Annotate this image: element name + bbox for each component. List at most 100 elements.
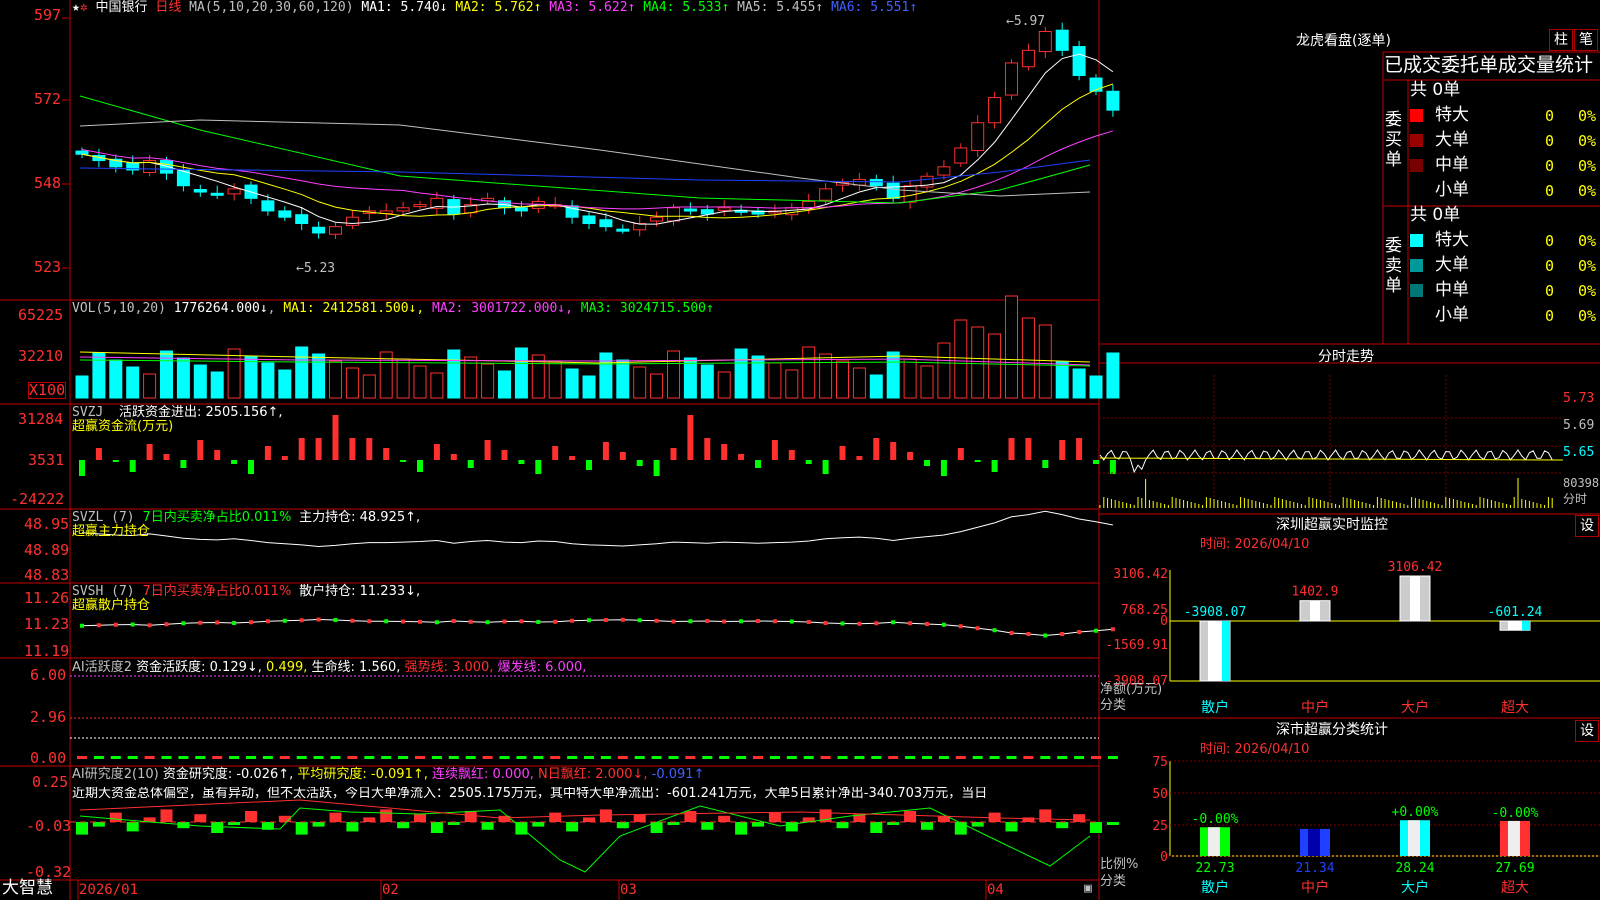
bar-mode-button[interactable]: 柱	[1549, 29, 1573, 51]
activity-bar	[905, 756, 916, 759]
retail-dot	[840, 621, 845, 626]
y-tick: -24222	[10, 490, 65, 508]
date-tick: 03	[620, 882, 637, 898]
data-label: 1402.9	[1292, 585, 1339, 600]
order-pct: 0%	[1578, 157, 1597, 175]
order-pct: 0%	[1578, 132, 1597, 150]
candle	[954, 147, 968, 164]
flow-bar	[839, 446, 846, 460]
ma5-line	[79, 119, 1091, 197]
volume-bar	[988, 333, 1002, 399]
volume-bar	[244, 355, 258, 399]
monitor-settings-button[interactable]: 设	[1575, 515, 1599, 537]
activity-bar	[448, 756, 459, 759]
activity-bar	[77, 756, 87, 759]
order-type: 小单	[1435, 180, 1469, 200]
activity-bar	[246, 756, 256, 759]
y-tick: 597	[34, 6, 62, 24]
volume-bar	[109, 359, 123, 399]
flow-bar	[907, 452, 914, 460]
volume-bar	[514, 347, 528, 399]
order-count: 0	[1545, 107, 1555, 125]
volume-bar	[869, 374, 883, 399]
research-bar	[397, 822, 410, 829]
intraday-avg	[1099, 457, 1564, 461]
svsh-header: SVSH (7) 7日内买卖净占比0.011% 散户持仓: 11.233↓,	[72, 584, 421, 599]
lhb-title: 龙虎看盘(逐单)	[1296, 33, 1391, 49]
volume-bar	[1089, 375, 1103, 399]
flow-bar	[890, 442, 897, 460]
activity-bar	[584, 756, 594, 759]
research-bar	[836, 822, 849, 829]
activity-bar	[313, 756, 324, 759]
order-type: 特大	[1435, 230, 1469, 250]
svzj-header: SVZJ 活跃资金进出: 2505.156↑,	[72, 405, 283, 420]
volume-bar	[295, 346, 309, 399]
activity-bar	[516, 756, 527, 759]
activity-bar	[617, 756, 628, 759]
order-row: 中单	[1410, 157, 1469, 174]
research-bar	[1039, 809, 1052, 822]
candle	[582, 215, 596, 225]
research-bar	[1106, 822, 1119, 825]
tick-mode-button[interactable]: 笔	[1574, 29, 1598, 51]
intraday-price	[1099, 449, 1553, 474]
unit-badge[interactable]: X100	[28, 382, 67, 399]
activity-bar	[465, 756, 476, 759]
candle	[869, 178, 883, 187]
class-settings-button[interactable]: 设	[1575, 720, 1599, 742]
y-tick: 2.96	[30, 708, 67, 726]
legend-swatch	[1410, 158, 1423, 172]
flow-bar	[636, 460, 643, 466]
y-tick: 75	[1152, 755, 1168, 770]
volume-bar	[599, 352, 613, 399]
retail-dot	[874, 621, 879, 626]
order-pct: 0%	[1578, 282, 1597, 300]
period-label[interactable]: 日线	[155, 0, 181, 15]
flow-bar	[940, 460, 947, 476]
volume-bar	[971, 326, 985, 399]
candle	[227, 188, 241, 195]
activity-bar	[938, 756, 949, 759]
volume-bar	[193, 364, 207, 399]
star-icon[interactable]: ★	[72, 0, 80, 15]
retail-dot	[671, 619, 676, 624]
candle	[819, 188, 833, 201]
retail-dot	[603, 618, 608, 622]
flow-bar	[146, 444, 153, 460]
activity-bar	[888, 756, 899, 759]
vol-header: VOL(5,10,20) 1776264.000↓, MA1: 2412581.…	[72, 301, 714, 316]
lock-icon[interactable]: ▣	[1084, 882, 1092, 895]
retail-dot	[823, 621, 828, 625]
candle	[295, 214, 309, 225]
flow-bar	[1059, 440, 1066, 460]
activity-bar	[229, 756, 240, 759]
stock-name[interactable]: 中国银行	[95, 0, 147, 15]
volume-bar	[1106, 352, 1120, 399]
order-count: 0	[1545, 232, 1555, 250]
monitor-xlabel: 分类	[1100, 698, 1127, 713]
candle	[937, 166, 951, 176]
y-tick: 25	[1152, 819, 1168, 834]
activity-bar	[330, 756, 341, 759]
activity-bar	[195, 756, 206, 759]
volume-bar	[143, 373, 157, 399]
order-pct: 0%	[1578, 257, 1597, 275]
flow-bar	[991, 460, 998, 472]
ratio-bar-shade	[1508, 820, 1520, 856]
activity-bar	[1091, 756, 1101, 759]
activity-bar	[719, 756, 730, 759]
retail-dot	[806, 620, 811, 624]
research-bar	[1056, 822, 1069, 829]
flag-icon[interactable]: ✲	[80, 0, 88, 15]
date-tick: 02	[382, 882, 399, 898]
flow-bar	[552, 446, 559, 460]
order-row: 小单	[1410, 307, 1469, 324]
research-bar	[109, 812, 122, 822]
flow-bar	[383, 448, 390, 460]
activity-bar	[482, 756, 493, 759]
activity-bar	[600, 756, 611, 759]
volume-bar	[345, 367, 359, 399]
svzj-sub: 超赢资金流(万元)	[72, 419, 174, 434]
brand-label[interactable]: 大智慧	[2, 880, 53, 897]
